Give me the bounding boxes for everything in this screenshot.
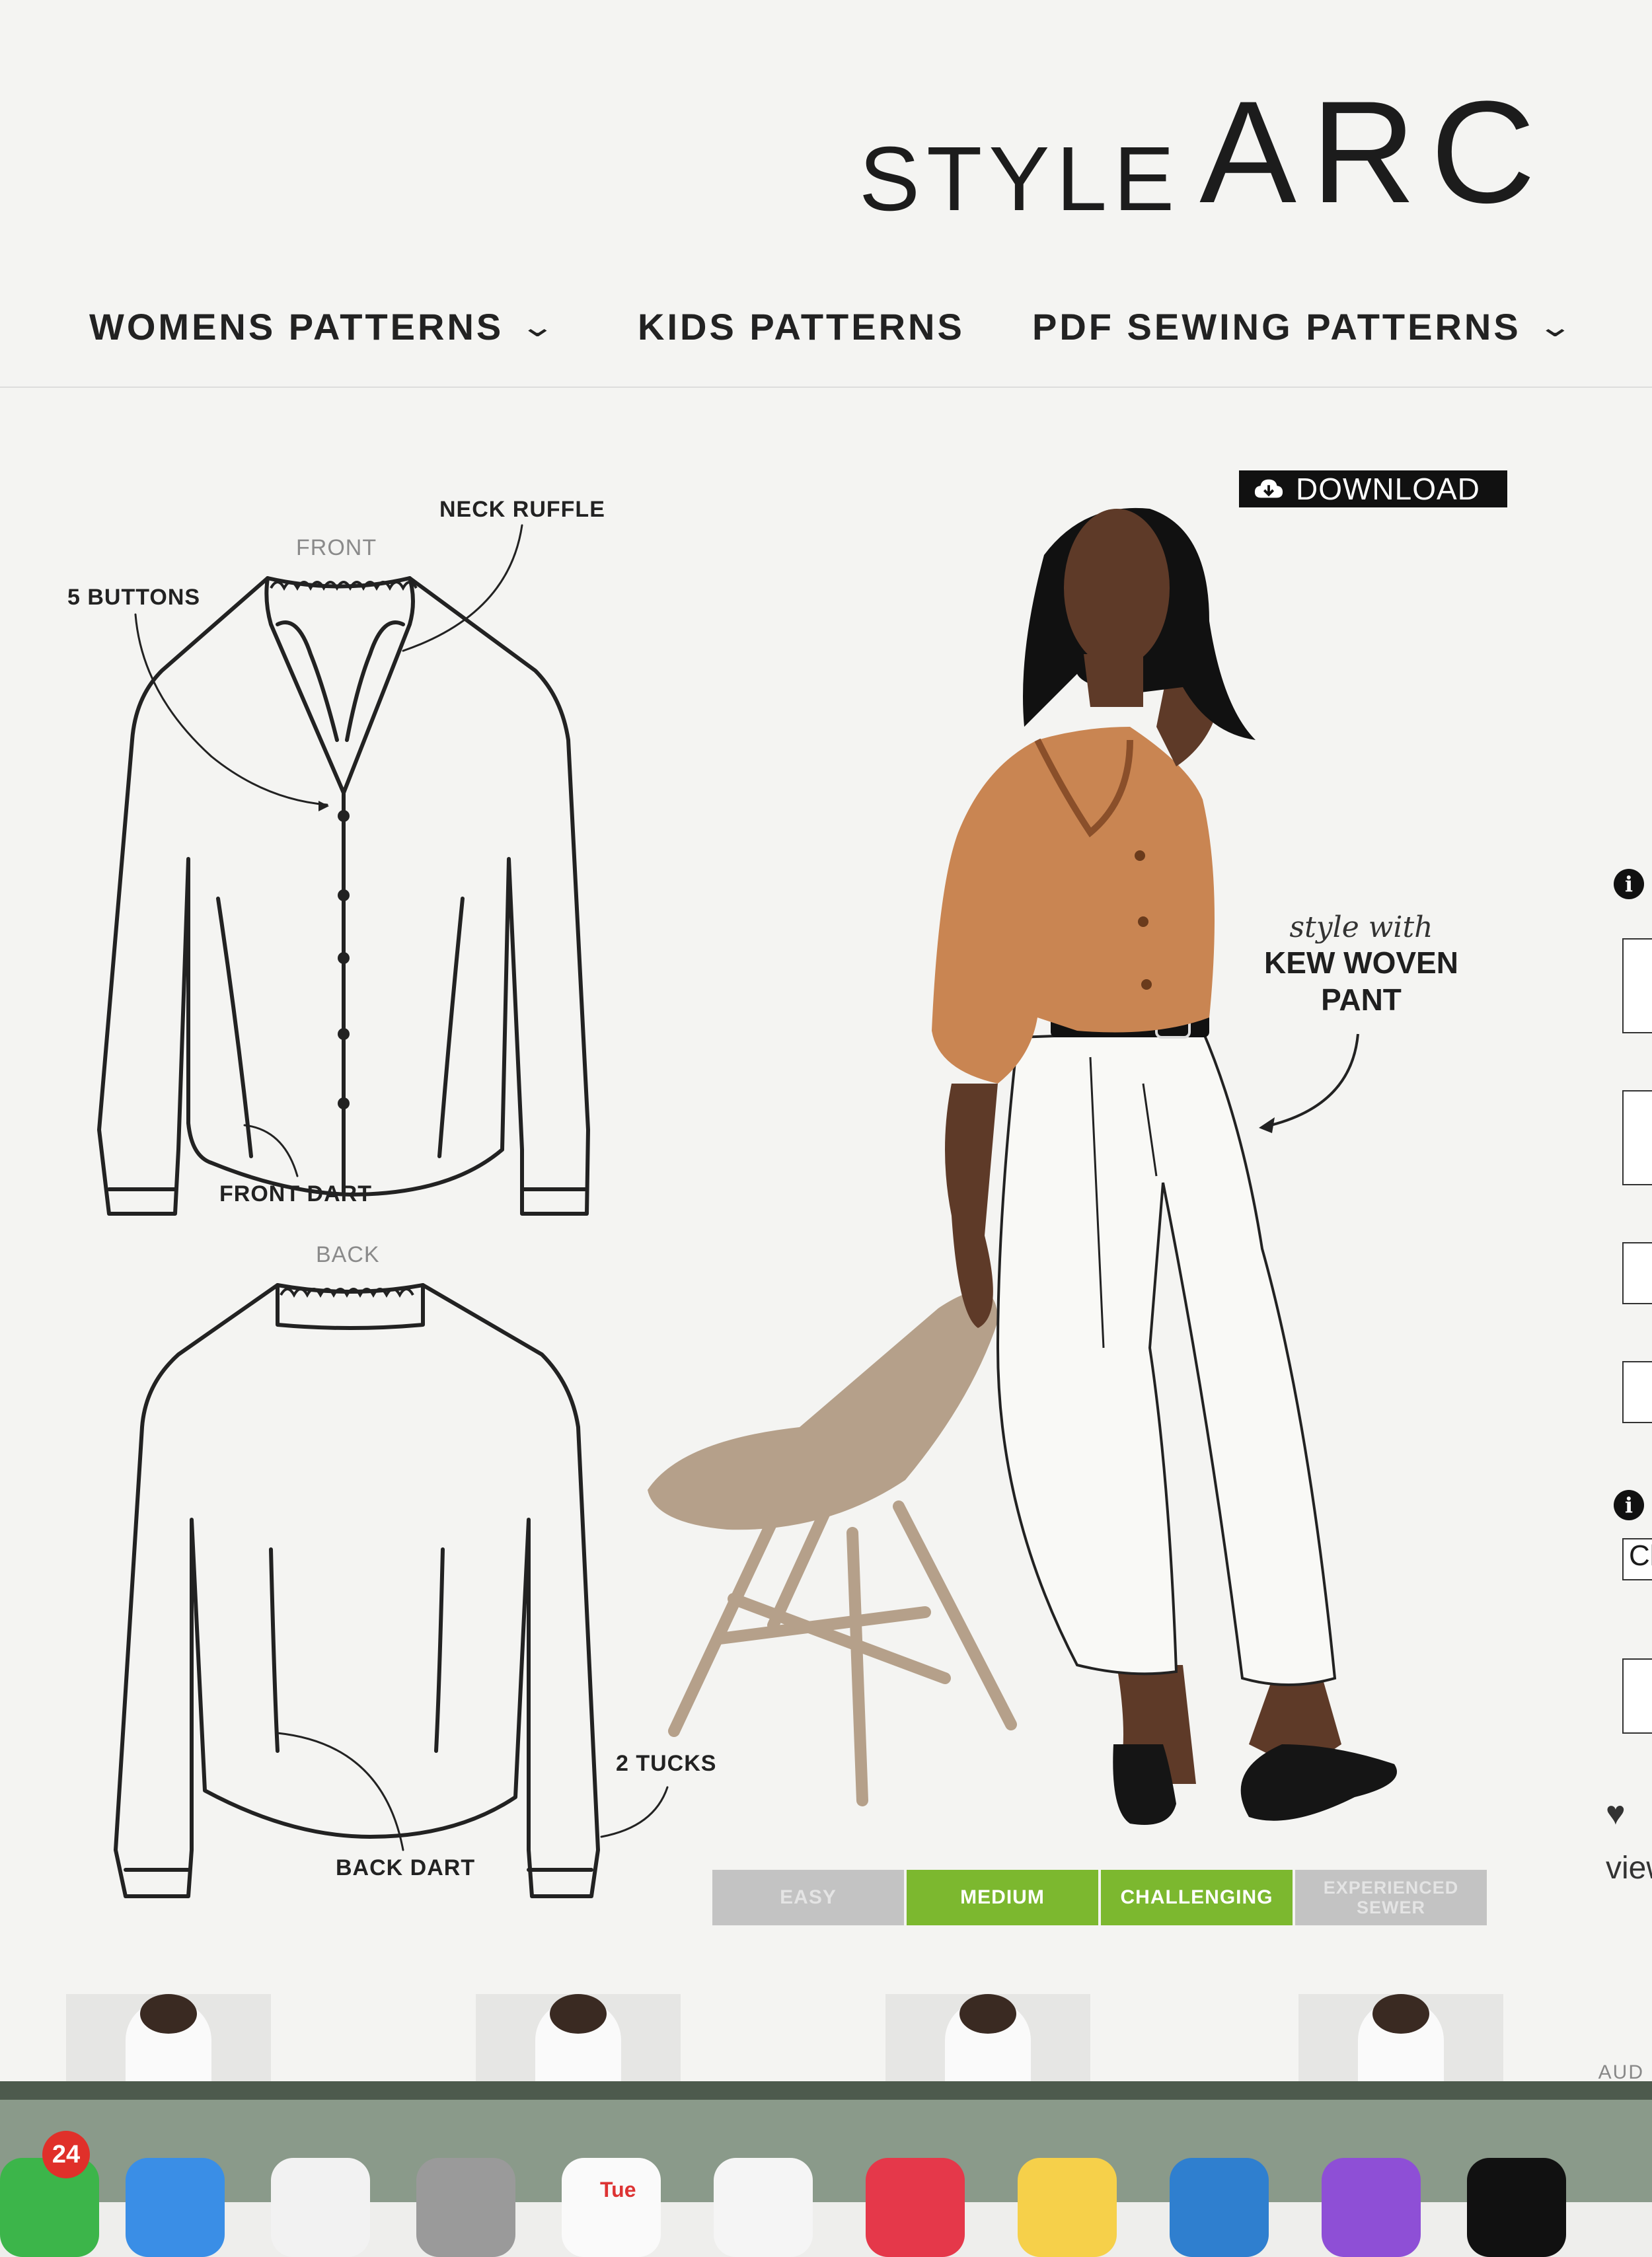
- size-option-box[interactable]: [1622, 938, 1652, 1033]
- back-dart-label: BACK DART: [336, 1855, 476, 1880]
- pant-name-line1: KEW WOVEN: [1264, 945, 1458, 980]
- front-view-label: FRONT: [296, 535, 377, 560]
- fashion-illustration: [648, 507, 1397, 1825]
- chevron-down-icon: ⌄: [519, 311, 560, 343]
- app-store-icon[interactable]: [1170, 2158, 1269, 2257]
- info-icon[interactable]: i: [1614, 1490, 1644, 1520]
- callout-arrow: [1259, 1033, 1359, 1133]
- window-bottom-edge: [0, 2081, 1652, 2100]
- notes-app-icon[interactable]: [1018, 2158, 1117, 2257]
- nav-womens-patterns[interactable]: WOMENS PATTERNS ⌄: [89, 305, 556, 348]
- neck-ruffle-label: NECK RUFFLE: [439, 497, 605, 522]
- difficulty-challenging: CHALLENGING: [1101, 1870, 1293, 1925]
- difficulty-medium: MEDIUM: [907, 1870, 1098, 1925]
- front-dart-line: [216, 897, 253, 1158]
- size-option-box[interactable]: [1622, 1242, 1652, 1304]
- add-to-cart-button[interactable]: [1622, 1658, 1652, 1734]
- five-buttons-label: 5 BUTTONS: [67, 585, 201, 610]
- apple-tv-app-icon[interactable]: [1467, 2158, 1566, 2257]
- messages-app-icon[interactable]: [0, 2158, 99, 2257]
- calendar-day-label: Tue: [600, 2178, 636, 2202]
- difficulty-experienced-sewer: EXPERIENCED SEWER: [1295, 1870, 1487, 1925]
- difficulty-easy: EASY: [712, 1870, 904, 1925]
- macos-dock: [0, 2100, 1652, 2257]
- nav-item-label: WOMENS PATTERNS: [89, 306, 504, 348]
- logo-style-text: STYLE: [859, 128, 1182, 230]
- logo-arc-text: ARC: [1199, 71, 1550, 233]
- size-option-box[interactable]: [1622, 1090, 1652, 1185]
- back-bodice-outline: [114, 1283, 600, 1898]
- product-thumbnail[interactable]: [1298, 1994, 1503, 2087]
- product-thumbnail[interactable]: [476, 1994, 681, 2087]
- calendar-app-icon[interactable]: [562, 2158, 661, 2257]
- download-button[interactable]: DOWNLOAD: [1239, 470, 1507, 507]
- heart-icon[interactable]: ♥: [1606, 1794, 1626, 1832]
- main-nav: WOMENS PATTERNS ⌄ KIDS PATTERNS PDF SEWI…: [0, 305, 1652, 355]
- settings-app-icon[interactable]: [416, 2158, 515, 2257]
- podcasts-app-icon[interactable]: [1322, 2158, 1421, 2257]
- notification-badge: 24: [42, 2131, 90, 2178]
- maps-app-icon[interactable]: [126, 2158, 225, 2257]
- nav-divider: [0, 387, 1652, 388]
- cloud-download-icon: [1254, 479, 1283, 498]
- download-label: DOWNLOAD: [1296, 472, 1480, 506]
- product-page: STYLE ARC WOMENS PATTERNS ⌄ KIDS PATTERN…: [0, 0, 1652, 2087]
- pant-name-line2: PANT: [1321, 982, 1402, 1017]
- info-icon[interactable]: i: [1614, 869, 1644, 899]
- chevron-down-icon: ⌄: [1536, 311, 1577, 343]
- nav-pdf-sewing-patterns[interactable]: PDF SEWING PATTERNS ⌄: [1032, 305, 1573, 348]
- front-ruffle-collar: [264, 576, 415, 795]
- currency-select[interactable]: Cl: [1622, 1538, 1652, 1580]
- product-thumbnail[interactable]: [66, 1994, 271, 2087]
- nav-item-label: KIDS PATTERNS: [638, 306, 965, 348]
- style-with-script: style with: [1289, 910, 1433, 944]
- product-thumbnail[interactable]: [885, 1994, 1090, 2087]
- wishlist-view-text[interactable]: view: [1606, 1850, 1652, 1886]
- nav-kids-patterns[interactable]: KIDS PATTERNS: [638, 305, 965, 348]
- front-dart-label: FRONT DART: [219, 1181, 372, 1206]
- style-arc-logo[interactable]: STYLE ARC: [859, 79, 1550, 230]
- music-app-icon[interactable]: [866, 2158, 965, 2257]
- back-view-label: BACK: [316, 1242, 380, 1267]
- chair-illustration: [648, 1291, 1017, 1806]
- currency-label: AUD: [1598, 2061, 1644, 2083]
- photos-app-icon[interactable]: [271, 2158, 370, 2257]
- size-option-box[interactable]: [1622, 1361, 1652, 1423]
- style-with-callout[interactable]: style with KEW WOVEN PANT: [1249, 910, 1474, 1018]
- difficulty-scale: EASY MEDIUM CHALLENGING EXPERIENCED SEWE…: [712, 1870, 1489, 1925]
- nav-item-label: PDF SEWING PATTERNS: [1032, 306, 1521, 348]
- reminders-app-icon[interactable]: [714, 2158, 813, 2257]
- thumbnail-strip: [0, 1994, 1652, 2087]
